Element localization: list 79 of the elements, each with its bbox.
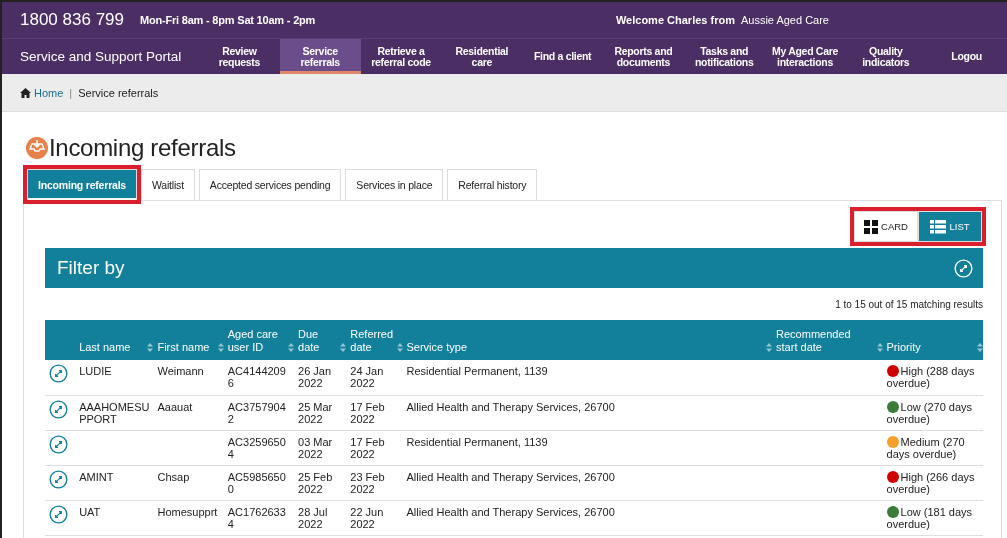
- tab[interactable]: Referral history: [447, 169, 538, 200]
- table-cell: 24 Jan 2022: [350, 365, 384, 389]
- view-option[interactable]: CARD: [854, 211, 918, 242]
- table-cell: UAT: [79, 505, 101, 518]
- table-cell: AAAHOMESUPPORT: [79, 400, 150, 425]
- table-cell: 03 Mar 2022: [298, 435, 333, 460]
- table-cell: Residential Permanent, 1139: [406, 435, 548, 448]
- view-option[interactable]: LIST: [918, 211, 982, 242]
- table-cell: Allied Health and Therapy Services, 26700: [406, 505, 615, 518]
- priority-label: Medium (270 days overdue): [886, 435, 966, 460]
- nav-item[interactable]: Review requests: [199, 39, 280, 74]
- table-cell: 17 Feb 2022: [350, 435, 385, 460]
- table-cell: AC59856500: [227, 470, 286, 495]
- table-cell: Allied Health and Therapy Services, 26700: [406, 400, 615, 413]
- nav-item[interactable]: Logou: [926, 39, 1007, 74]
- organisation-name: Aussie Aged Care: [740, 14, 829, 26]
- table-cell: 22 Jun 2022: [350, 505, 384, 530]
- filter-title: Filter by: [57, 257, 125, 279]
- results-count: 1 to 15 out of 15 matching results: [834, 298, 983, 312]
- table-cell: 28 Jul 2022: [298, 505, 328, 530]
- priority-label: High (288 days overdue): [886, 365, 976, 389]
- column-header: Priority: [886, 341, 921, 354]
- table-cell: AC37579042: [227, 400, 286, 425]
- nav-item[interactable]: My Aged Care interactions: [764, 39, 846, 74]
- table-cell: AMINT: [79, 470, 114, 483]
- column-header: Recommended start date: [776, 328, 852, 354]
- table-cell: AC32596504: [227, 435, 286, 460]
- priority-label: High (266 days overdue): [886, 470, 976, 495]
- table-cell: AC17626334: [227, 505, 286, 530]
- table-cell: Residential Permanent, 1139: [406, 365, 548, 377]
- nav-item[interactable]: Tasks and notifications: [683, 39, 765, 74]
- open-icon[interactable]: [49, 469, 68, 489]
- table-cell: Homesupprt: [157, 505, 218, 518]
- table-cell: AC41442096: [227, 365, 286, 389]
- column-header: First name: [157, 341, 210, 354]
- column-header: Last name: [79, 341, 131, 354]
- welcome-text: Welcome Charles from: [615, 14, 735, 26]
- nav-item[interactable]: Reports and documents: [603, 39, 684, 74]
- nav-item[interactable]: Find a client: [522, 39, 603, 74]
- tab[interactable]: Services in place: [345, 169, 444, 200]
- column-header: Due date: [298, 328, 321, 354]
- portal-title: Service and Support Portal: [20, 49, 183, 64]
- tab[interactable]: Waitlist: [141, 169, 195, 200]
- nav-item[interactable]: Quality indicators: [845, 39, 927, 74]
- table-cell: 23 Feb 2022: [350, 470, 385, 495]
- open-icon[interactable]: [49, 434, 68, 454]
- table-cell: 25 Feb 2022: [298, 470, 333, 495]
- table-cell: Weimann: [157, 365, 204, 377]
- column-header: Aged care user ID: [227, 328, 279, 354]
- tab[interactable]: Accepted services pending: [198, 169, 342, 200]
- open-icon[interactable]: [49, 504, 68, 524]
- breadcrumb-current: Service referrals: [78, 86, 159, 99]
- nav-item[interactable]: Service referrals: [279, 39, 361, 74]
- table-cell: 25 Mar 2022: [298, 400, 333, 425]
- priority-label: Low (181 days overdue): [886, 505, 974, 530]
- table-cell: Aaauat: [157, 400, 193, 413]
- page-title: Incoming referrals: [49, 134, 236, 162]
- inbox-icon: [26, 137, 48, 159]
- sort-icon[interactable]: [977, 343, 983, 352]
- column-header: Service type: [406, 341, 468, 354]
- table-cell: 17 Feb 2022: [350, 400, 385, 425]
- expand-icon[interactable]: [954, 258, 973, 278]
- table-cell: LUDIE: [79, 365, 112, 377]
- home-icon: [20, 87, 31, 98]
- breadcrumb-separator: |: [69, 86, 73, 99]
- breadcrumb-link[interactable]: Home: [20, 86, 64, 99]
- nav-item[interactable]: Retrieve a referral code: [360, 39, 442, 74]
- grid-icon: [864, 219, 879, 234]
- open-icon[interactable]: [49, 364, 68, 383]
- open-icon[interactable]: [49, 399, 68, 419]
- list-icon: [930, 219, 947, 234]
- column-header: Referred date: [350, 328, 395, 354]
- nav-item[interactable]: Residential care: [441, 39, 523, 74]
- priority-label: Low (270 days overdue): [886, 400, 974, 425]
- opening-hours: Mon-Fri 8am - 8pm Sat 10am - 2pm: [140, 14, 317, 26]
- table-cell: Allied Health and Therapy Services, 26700: [406, 470, 615, 483]
- table-cell: Chsap: [157, 470, 190, 483]
- phone-number: 1800 836 799: [20, 10, 124, 30]
- table-cell: 26 Jan 2022: [298, 365, 332, 389]
